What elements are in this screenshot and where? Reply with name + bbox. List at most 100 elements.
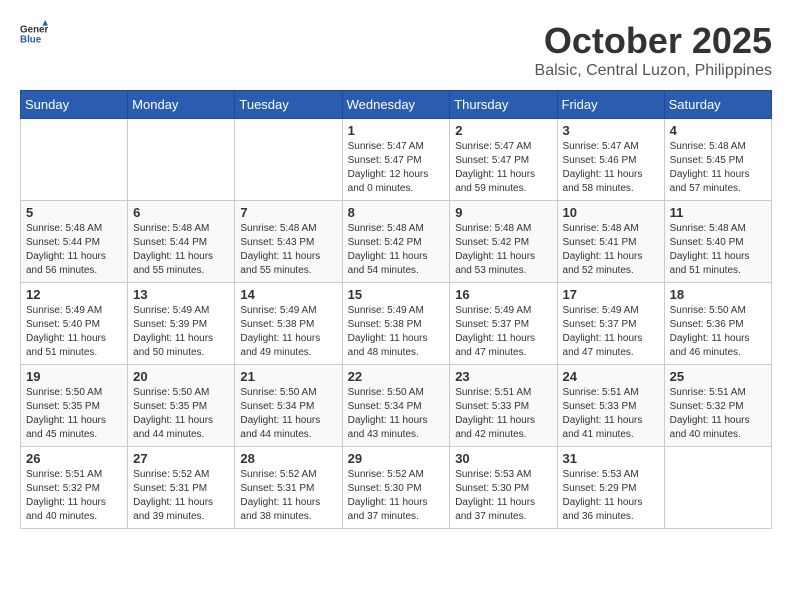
day-info: Sunrise: 5:50 AM Sunset: 5:34 PM Dayligh… bbox=[240, 386, 336, 442]
day-number: 3 bbox=[563, 123, 659, 138]
day-info: Sunrise: 5:52 AM Sunset: 5:31 PM Dayligh… bbox=[133, 468, 229, 524]
day-number: 30 bbox=[455, 451, 551, 466]
day-info: Sunrise: 5:52 AM Sunset: 5:30 PM Dayligh… bbox=[348, 468, 445, 524]
day-number: 16 bbox=[455, 287, 551, 302]
day-info: Sunrise: 5:53 AM Sunset: 5:29 PM Dayligh… bbox=[563, 468, 659, 524]
calendar-day-cell: 17Sunrise: 5:49 AM Sunset: 5:37 PM Dayli… bbox=[557, 283, 664, 365]
calendar-day-cell: 1 Sunrise: 5:47 AM Sunset: 5:47 PM Daylig… bbox=[342, 119, 450, 201]
calendar-day-cell: 30 Sunrise: 5:53 AM Sunset: 5:30 PM Dayli… bbox=[450, 447, 557, 529]
calendar-day-cell: 3Sunrise: 5:47 AM Sunset: 5:46 PM Daylig… bbox=[557, 119, 664, 201]
calendar-header-tuesday: Tuesday bbox=[235, 91, 342, 119]
day-number: 15 bbox=[348, 287, 445, 302]
calendar-day-cell: 29 Sunrise: 5:52 AM Sunset: 5:30 PM Dayli… bbox=[342, 447, 450, 529]
day-number: 21 bbox=[240, 369, 336, 384]
day-info: Sunrise: 5:47 AM Sunset: 5:47 PM Dayligh… bbox=[348, 140, 445, 196]
calendar-header-sunday: Sunday bbox=[21, 91, 128, 119]
calendar-day-cell: 22 Sunrise: 5:50 AM Sunset: 5:34 PM Dayli… bbox=[342, 365, 450, 447]
day-number: 2 bbox=[455, 123, 551, 138]
day-info: Sunrise: 5:48 AM Sunset: 5:42 PM Dayligh… bbox=[455, 222, 551, 278]
day-number: 11 bbox=[670, 205, 766, 220]
day-number: 12 bbox=[26, 287, 122, 302]
calendar-day-cell: 4 Sunrise: 5:48 AM Sunset: 5:45 PM Daylig… bbox=[664, 119, 771, 201]
calendar-day-cell: 27 Sunrise: 5:52 AM Sunset: 5:31 PM Dayli… bbox=[128, 447, 235, 529]
day-number: 28 bbox=[240, 451, 336, 466]
day-number: 29 bbox=[348, 451, 445, 466]
calendar-day-cell: 31 Sunrise: 5:53 AM Sunset: 5:29 PM Dayli… bbox=[557, 447, 664, 529]
day-info: Sunrise: 5:48 AM Sunset: 5:43 PM Dayligh… bbox=[240, 222, 336, 278]
day-number: 14 bbox=[240, 287, 336, 302]
calendar-header-wednesday: Wednesday bbox=[342, 91, 450, 119]
day-info: Sunrise: 5:49 AM Sunset: 5:37 PM Dayligh… bbox=[455, 304, 551, 360]
svg-text:Blue: Blue bbox=[20, 34, 42, 45]
logo: General Blue bbox=[20, 20, 48, 48]
day-number: 5 bbox=[26, 205, 122, 220]
day-info: Sunrise: 5:48 AM Sunset: 5:45 PM Dayligh… bbox=[670, 140, 766, 196]
calendar-day-cell: 12 Sunrise: 5:49 AM Sunset: 5:40 PM Dayli… bbox=[21, 283, 128, 365]
day-number: 27 bbox=[133, 451, 229, 466]
calendar-day-cell: 10 Sunrise: 5:48 AM Sunset: 5:41 PM Dayli… bbox=[557, 201, 664, 283]
day-info: Sunrise: 5:48 AM Sunset: 5:44 PM Dayligh… bbox=[26, 222, 122, 278]
day-number: 18 bbox=[670, 287, 766, 302]
calendar-week-row: 26Sunrise: 5:51 AM Sunset: 5:32 PM Dayli… bbox=[21, 447, 772, 529]
calendar-day-cell: 5 Sunrise: 5:48 AM Sunset: 5:44 PM Daylig… bbox=[21, 201, 128, 283]
calendar-day-cell: 16 Sunrise: 5:49 AM Sunset: 5:37 PM Dayli… bbox=[450, 283, 557, 365]
day-info: Sunrise: 5:51 AM Sunset: 5:32 PM Dayligh… bbox=[26, 468, 122, 524]
day-number: 17 bbox=[563, 287, 659, 302]
day-info: Sunrise: 5:49 AM Sunset: 5:40 PM Dayligh… bbox=[26, 304, 122, 360]
page-header: General Blue October 2025 Balsic, Centra… bbox=[20, 20, 772, 80]
calendar-day-cell: 8Sunrise: 5:48 AM Sunset: 5:42 PM Daylig… bbox=[342, 201, 450, 283]
logo-icon: General Blue bbox=[20, 20, 48, 48]
calendar-day-cell: 9Sunrise: 5:48 AM Sunset: 5:42 PM Daylig… bbox=[450, 201, 557, 283]
day-info: Sunrise: 5:51 AM Sunset: 5:33 PM Dayligh… bbox=[563, 386, 659, 442]
day-info: Sunrise: 5:53 AM Sunset: 5:30 PM Dayligh… bbox=[455, 468, 551, 524]
calendar-day-cell bbox=[21, 119, 128, 201]
day-info: Sunrise: 5:47 AM Sunset: 5:47 PM Dayligh… bbox=[455, 140, 551, 196]
day-info: Sunrise: 5:50 AM Sunset: 5:34 PM Dayligh… bbox=[348, 386, 445, 442]
day-info: Sunrise: 5:48 AM Sunset: 5:44 PM Dayligh… bbox=[133, 222, 229, 278]
calendar-week-row: 5 Sunrise: 5:48 AM Sunset: 5:44 PM Daylig… bbox=[21, 201, 772, 283]
day-info: Sunrise: 5:52 AM Sunset: 5:31 PM Dayligh… bbox=[240, 468, 336, 524]
calendar-header-friday: Friday bbox=[557, 91, 664, 119]
day-number: 4 bbox=[670, 123, 766, 138]
day-number: 19 bbox=[26, 369, 122, 384]
day-info: Sunrise: 5:48 AM Sunset: 5:41 PM Dayligh… bbox=[563, 222, 659, 278]
title-area: October 2025 Balsic, Central Luzon, Phil… bbox=[535, 20, 772, 80]
calendar-week-row: 19 Sunrise: 5:50 AM Sunset: 5:35 PM Dayli… bbox=[21, 365, 772, 447]
day-info: Sunrise: 5:49 AM Sunset: 5:38 PM Dayligh… bbox=[348, 304, 445, 360]
calendar-day-cell bbox=[235, 119, 342, 201]
day-info: Sunrise: 5:51 AM Sunset: 5:33 PM Dayligh… bbox=[455, 386, 551, 442]
calendar-day-cell: 28 Sunrise: 5:52 AM Sunset: 5:31 PM Dayli… bbox=[235, 447, 342, 529]
calendar-day-cell: 2 Sunrise: 5:47 AM Sunset: 5:47 PM Daylig… bbox=[450, 119, 557, 201]
day-info: Sunrise: 5:50 AM Sunset: 5:35 PM Dayligh… bbox=[26, 386, 122, 442]
day-number: 13 bbox=[133, 287, 229, 302]
calendar-day-cell: 18 Sunrise: 5:50 AM Sunset: 5:36 PM Dayli… bbox=[664, 283, 771, 365]
calendar-day-cell: 13 Sunrise: 5:49 AM Sunset: 5:39 PM Dayli… bbox=[128, 283, 235, 365]
day-number: 22 bbox=[348, 369, 445, 384]
calendar-day-cell bbox=[664, 447, 771, 529]
day-number: 24 bbox=[563, 369, 659, 384]
day-number: 10 bbox=[563, 205, 659, 220]
calendar-day-cell: 24 Sunrise: 5:51 AM Sunset: 5:33 PM Dayli… bbox=[557, 365, 664, 447]
calendar-week-row: 12 Sunrise: 5:49 AM Sunset: 5:40 PM Dayli… bbox=[21, 283, 772, 365]
location-title: Balsic, Central Luzon, Philippines bbox=[535, 62, 772, 80]
day-info: Sunrise: 5:50 AM Sunset: 5:35 PM Dayligh… bbox=[133, 386, 229, 442]
calendar-day-cell: 7Sunrise: 5:48 AM Sunset: 5:43 PM Daylig… bbox=[235, 201, 342, 283]
day-info: Sunrise: 5:49 AM Sunset: 5:38 PM Dayligh… bbox=[240, 304, 336, 360]
calendar-day-cell: 11 Sunrise: 5:48 AM Sunset: 5:40 PM Dayli… bbox=[664, 201, 771, 283]
day-info: Sunrise: 5:48 AM Sunset: 5:40 PM Dayligh… bbox=[670, 222, 766, 278]
calendar-day-cell: 21 Sunrise: 5:50 AM Sunset: 5:34 PM Dayli… bbox=[235, 365, 342, 447]
day-number: 1 bbox=[348, 123, 445, 138]
day-number: 31 bbox=[563, 451, 659, 466]
day-number: 8 bbox=[348, 205, 445, 220]
day-info: Sunrise: 5:51 AM Sunset: 5:32 PM Dayligh… bbox=[670, 386, 766, 442]
calendar-day-cell: 20 Sunrise: 5:50 AM Sunset: 5:35 PM Dayli… bbox=[128, 365, 235, 447]
day-info: Sunrise: 5:49 AM Sunset: 5:39 PM Dayligh… bbox=[133, 304, 229, 360]
calendar-header-monday: Monday bbox=[128, 91, 235, 119]
day-info: Sunrise: 5:50 AM Sunset: 5:36 PM Dayligh… bbox=[670, 304, 766, 360]
calendar-header-row: SundayMondayTuesdayWednesdayThursdayFrid… bbox=[21, 91, 772, 119]
calendar-day-cell: 26Sunrise: 5:51 AM Sunset: 5:32 PM Dayli… bbox=[21, 447, 128, 529]
day-number: 20 bbox=[133, 369, 229, 384]
calendar-day-cell: 15 Sunrise: 5:49 AM Sunset: 5:38 PM Dayli… bbox=[342, 283, 450, 365]
calendar-day-cell bbox=[128, 119, 235, 201]
calendar-header-saturday: Saturday bbox=[664, 91, 771, 119]
